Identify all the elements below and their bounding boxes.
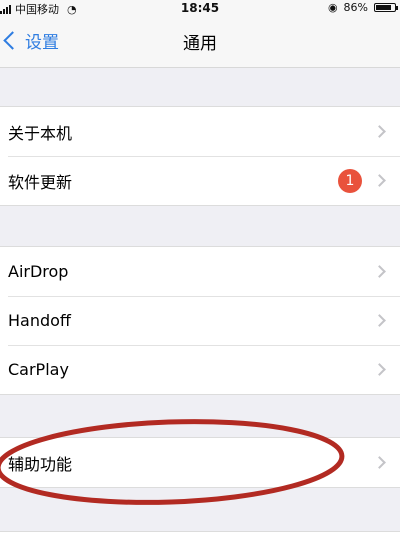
battery-fill (376, 5, 391, 10)
row-label-carplay: CarPlay (8, 360, 69, 379)
alarm-icon: ◉ (327, 1, 338, 14)
settings-group-partial (0, 531, 400, 544)
battery-percent: 86% (343, 1, 368, 14)
row-label-software-update: 软件更新 (8, 172, 73, 192)
status-bar: 中国移动 ◔ 18:45 ◉ 86% (0, 0, 400, 16)
battery-icon (374, 3, 398, 12)
chevron-right-icon (373, 314, 386, 327)
chevron-right-icon (373, 265, 386, 278)
row-label-airdrop: AirDrop (8, 262, 69, 281)
row-label-about: 关于本机 (8, 123, 73, 143)
settings-group-accessibility: 辅助功能 (0, 437, 400, 488)
row-label-accessibility: 辅助功能 (8, 454, 73, 474)
row-handoff[interactable]: Handoff (0, 296, 400, 345)
row-about[interactable]: 关于本机 (0, 107, 400, 156)
chevron-right-icon (373, 456, 386, 469)
navigation-bar: 设置 通用 (0, 16, 400, 68)
status-right: ◉ 86% (327, 1, 398, 14)
row-accessibility[interactable]: 辅助功能 (0, 438, 400, 487)
settings-group-about: 关于本机 软件更新 1 (0, 106, 400, 206)
chevron-right-icon (373, 363, 386, 376)
update-badge: 1 (338, 168, 362, 193)
page-title: 通用 (183, 34, 217, 54)
chevron-right-icon (373, 174, 386, 187)
row-carplay[interactable]: CarPlay (0, 345, 400, 394)
settings-group-connectivity: AirDrop Handoff CarPlay (0, 246, 400, 395)
row-label-handoff: Handoff (8, 311, 71, 330)
row-software-update[interactable]: 软件更新 1 (0, 156, 400, 205)
chevron-right-icon (373, 125, 386, 138)
row-airdrop[interactable]: AirDrop (0, 247, 400, 296)
